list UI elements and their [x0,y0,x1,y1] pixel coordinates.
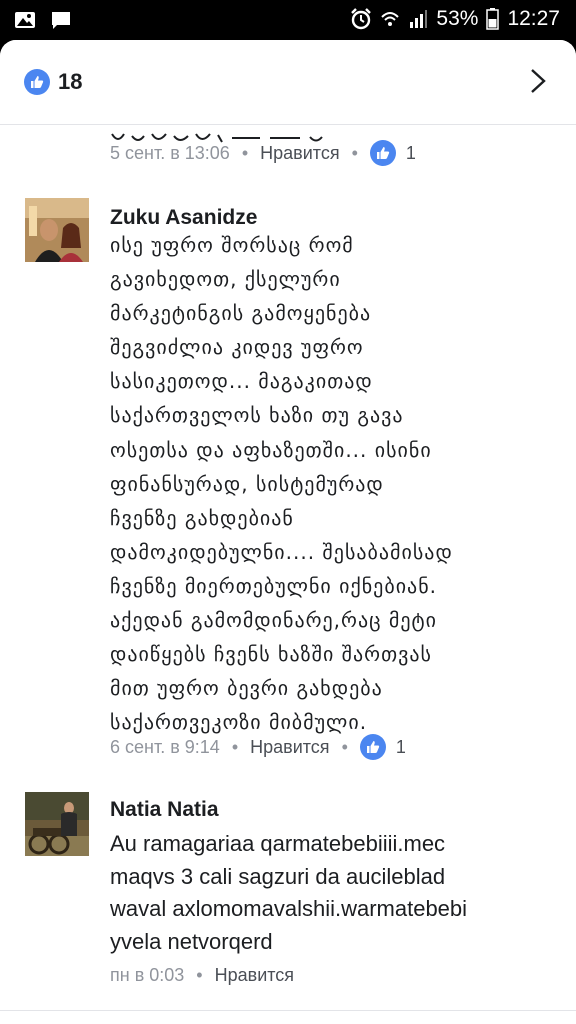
battery-icon [486,8,500,30]
separator-dot: • [341,736,348,757]
sheet-header: 18 [0,40,576,125]
comment-line: სასიკეთოდ... მაგაკითად [110,369,373,394]
chevron-right-icon[interactable] [530,68,546,94]
separator-dot: • [231,736,239,757]
reaction-count[interactable]: 18 [58,69,82,95]
comment-line: დაიწყებს ჩვენს ხაზში შართვას [110,642,432,667]
comment-line: maqvs 3 cali sagzuri da aucileblad [110,863,446,889]
comment-meta: 6 сент. в 9:14 • Нравится • 1 [110,734,406,760]
image-icon [15,12,35,28]
avatar[interactable] [25,792,89,856]
comment-line: ჩვენზე მიერთებულნი იქნებიან. [110,573,438,598]
status-right: 53% 12:27 [350,7,560,31]
comment-line: ჩვენზე გახდებიან [110,505,294,530]
like-count[interactable]: 1 [396,737,406,758]
comment-text: ისე უფრო შორსაც რომ გავიხედოთ, ქსელური მ… [110,228,560,739]
comment-line: ისე უფრო შორსაც რომ [110,233,354,257]
comment-line: ფინანსურად, სისტემურად [110,471,384,496]
avatar[interactable] [25,198,89,262]
like-count[interactable]: 1 [406,143,416,164]
wifi-icon [381,12,400,26]
comment-line: შეგვიძლია კიდევ უფრო [110,335,364,360]
status-bar: 53% 12:27 [0,0,576,40]
status-left-icons [14,10,72,30]
clock: 12:27 [507,7,560,30]
like-button[interactable]: Нравится [260,143,339,164]
reactions-sheet: 18 5 сент. в 13:06 • Нравится • 1 Zuku A [0,40,576,1024]
message-icon [52,12,70,29]
comment-line: Au ramagariaa qarmatebebiiii.mec [110,831,446,856]
like-icon [359,734,386,760]
like-icon [369,140,396,166]
comment-meta: пн в 0:03 • Нравится [110,965,294,986]
separator-dot: • [351,142,358,163]
comment-line: გავიხედოთ, ქსელური [110,267,341,292]
comment-line: ოსეთსა და აფხაზეთში... ისინი [110,437,432,462]
like-button[interactable]: Нравится [215,965,294,986]
comment-line: აქედან გამომდინარე,რაც მეტი [110,608,437,633]
divider [0,1010,576,1011]
like-button[interactable]: Нравится [250,737,329,758]
comment-time: 5 сент. в 13:06 [110,142,230,163]
separator-dot: • [196,965,203,985]
comment-line: waval axlomomavalshii.warmatebebi [110,896,468,922]
comment-text: Au ramagariaa qarmatebebiiii.mec maqvs 3… [110,828,560,958]
comment-line: yvela netvorqerd [110,928,273,954]
signal-icon [410,10,428,28]
comment-line: მით უფრო ბევრი გახდება [110,676,383,701]
like-icon[interactable] [24,69,50,95]
comment-author[interactable]: Zuku Asanidze [110,206,257,230]
comment-line: დამოკიდებულნი.... შესაბამისად [110,539,453,564]
comment-line: მარკეტინგის გამოყენება [110,301,372,326]
comment-author[interactable]: Natia Natia [110,798,219,822]
comment-meta: 5 сент. в 13:06 • Нравится • 1 [110,140,416,166]
comment-time: 6 сент. в 9:14 [110,736,220,757]
alarm-icon [351,8,372,30]
comment-line: საქართველოს ხაზი თუ გავა [110,403,404,428]
separator-dot: • [241,142,249,163]
comment-time: пн в 0:03 [110,965,185,985]
battery-percent: 53% [436,7,479,30]
